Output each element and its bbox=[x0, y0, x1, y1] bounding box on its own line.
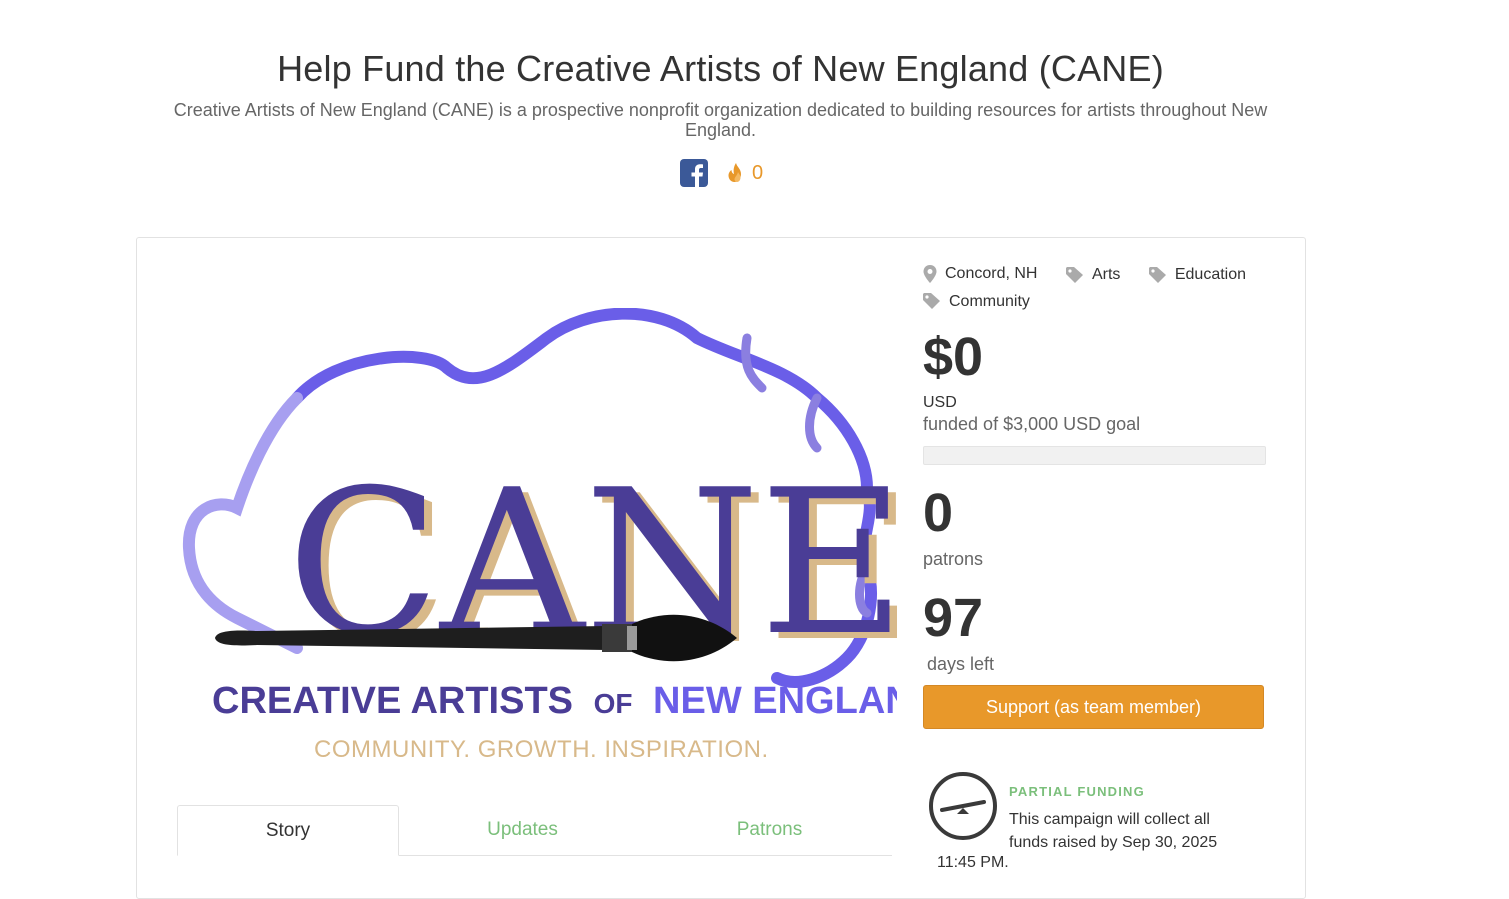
tag-education-label: Education bbox=[1174, 266, 1247, 283]
logo-line-new-england: NEW ENGLAND bbox=[653, 680, 897, 722]
campaign-tags: Concord, NH Arts Education Community bbox=[923, 262, 1283, 316]
tab-patrons[interactable]: Patrons bbox=[657, 805, 882, 854]
days-left-label: days left bbox=[927, 654, 995, 674]
location-pin-icon bbox=[923, 264, 937, 283]
support-button[interactable]: Support (as team member) bbox=[923, 685, 1264, 729]
campaign-logo: CANE CANE CREATIVE ARTISTS OF NEW ENGLAN… bbox=[177, 307, 940, 778]
funded-amount: $0 bbox=[923, 327, 984, 387]
cane-logo-image: CANE CANE CREATIVE ARTISTS OF NEW ENGLAN… bbox=[182, 307, 940, 763]
tag-community-label: Community bbox=[949, 292, 1030, 310]
tab-story[interactable]: Story bbox=[177, 805, 399, 856]
tag-icon bbox=[923, 293, 940, 309]
campaign-card: CANE CANE CREATIVE ARTISTS OF NEW ENGLAN… bbox=[136, 237, 1306, 899]
social-bar: 0 bbox=[680, 158, 763, 188]
tag-community[interactable]: Community bbox=[923, 290, 1030, 313]
funding-progress-bar bbox=[923, 446, 1266, 465]
tag-arts-label: Arts bbox=[1091, 266, 1121, 283]
partial-funding-time: 11:45 PM. bbox=[937, 854, 1009, 871]
days-left-count: 97 bbox=[923, 588, 984, 648]
patrons-count: 0 bbox=[923, 483, 954, 543]
patrons-label: patrons bbox=[923, 549, 984, 569]
tab-updates[interactable]: Updates bbox=[410, 805, 635, 854]
svg-text:CREATIVE ARTISTS OF: CREATIVE ARTISTS OF NEW ENGLAND bbox=[212, 680, 897, 722]
tag-education[interactable]: Education bbox=[1148, 263, 1247, 286]
balance-scale-icon bbox=[929, 772, 997, 840]
tag-icon bbox=[1065, 266, 1083, 283]
tag-arts[interactable]: Arts bbox=[1065, 263, 1121, 286]
fire-count: 0 bbox=[752, 161, 764, 184]
location-tag[interactable]: Concord, NH bbox=[923, 262, 1037, 285]
page-subtitle: Creative Artists of New England (CANE) i… bbox=[173, 100, 1268, 140]
logo-line-of: OF bbox=[594, 688, 633, 719]
campaign-tabs: Story Updates Patrons bbox=[177, 805, 892, 856]
location-label: Concord, NH bbox=[945, 265, 1038, 282]
logo-line-creative-artists: CREATIVE ARTISTS bbox=[212, 680, 573, 722]
partial-funding-text: This campaign will collect all funds rai… bbox=[1009, 811, 1218, 851]
fire-icon bbox=[728, 163, 741, 182]
funding-goal: funded of $3,000 USD goal bbox=[923, 414, 1141, 434]
tag-icon bbox=[1148, 266, 1166, 283]
funded-currency: USD bbox=[923, 394, 957, 411]
page-title: Help Fund the Creative Artists of New En… bbox=[277, 48, 1164, 89]
logo-tagline: COMMUNITY. GROWTH. INSPIRATION. bbox=[314, 736, 769, 763]
facebook-icon[interactable] bbox=[680, 159, 708, 187]
partial-funding-title: PARTIAL FUNDING bbox=[1009, 784, 1145, 799]
fire-counter[interactable]: 0 bbox=[726, 162, 763, 185]
